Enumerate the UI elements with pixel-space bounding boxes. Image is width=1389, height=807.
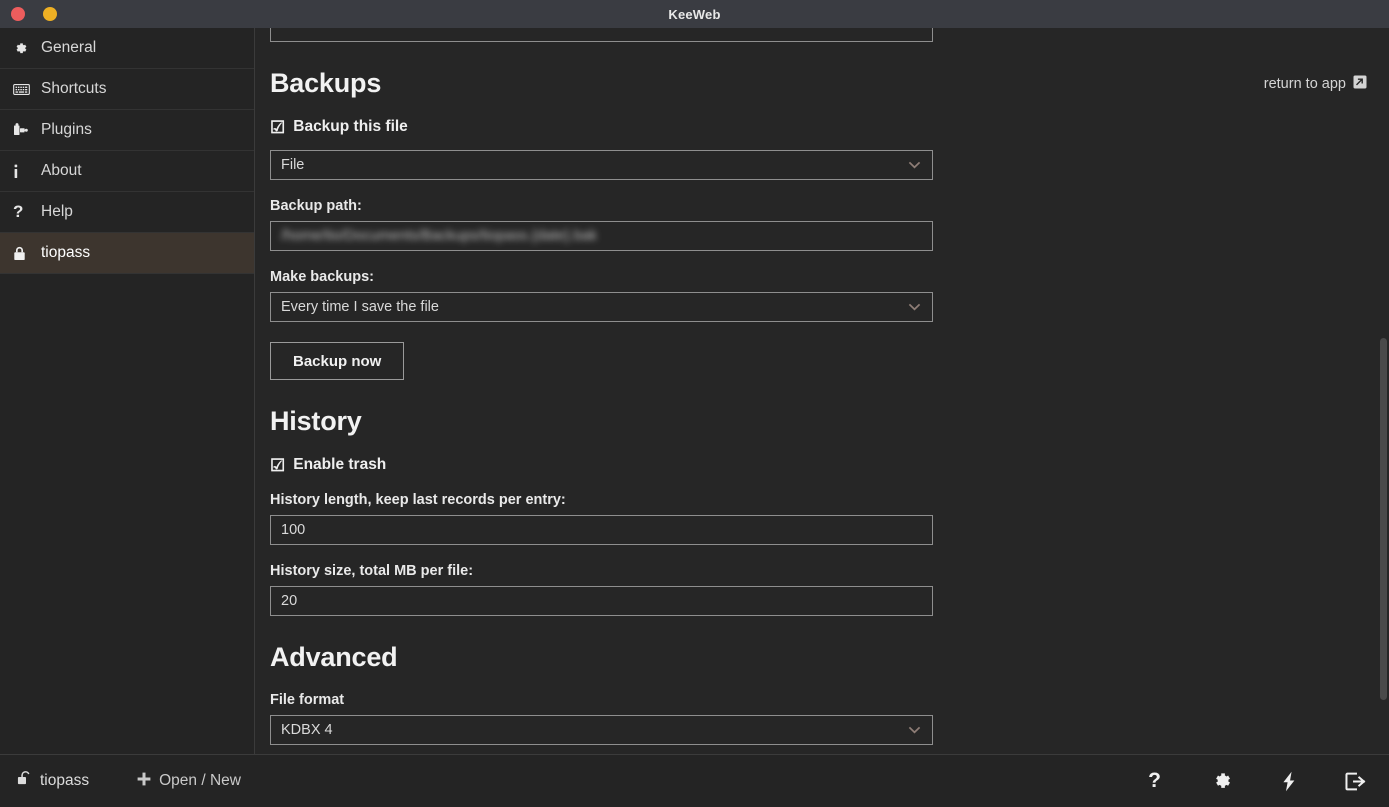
history-size-value: 20 bbox=[281, 593, 298, 609]
file-format-select[interactable]: KDBX 4 bbox=[270, 715, 933, 745]
chevron-down-icon bbox=[908, 157, 921, 173]
sidebar-item-help[interactable]: ? Help bbox=[0, 192, 254, 233]
settings-gear-icon[interactable] bbox=[1188, 771, 1255, 791]
window-controls bbox=[11, 0, 57, 28]
window-close-button[interactable] bbox=[11, 7, 25, 21]
history-size-input[interactable]: 20 bbox=[270, 586, 933, 616]
app-footer: tiopass Open / New ? bbox=[0, 754, 1389, 807]
enable-trash-label: Enable trash bbox=[293, 456, 387, 473]
info-icon bbox=[13, 164, 41, 179]
make-backups-label: Make backups: bbox=[270, 269, 374, 285]
unlock-icon bbox=[17, 771, 32, 791]
footer-open-file-button[interactable]: tiopass bbox=[17, 771, 89, 791]
sidebar-item-general[interactable]: General bbox=[0, 28, 254, 69]
checked-box-icon: ☑ bbox=[270, 455, 286, 475]
backup-storage-select[interactable]: File bbox=[270, 150, 933, 180]
gear-icon bbox=[13, 41, 41, 56]
sidebar-item-shortcuts[interactable]: Shortcuts bbox=[0, 69, 254, 110]
clipped-input-above[interactable] bbox=[270, 28, 933, 42]
file-format-label: File format bbox=[270, 692, 345, 708]
history-length-input[interactable]: 100 bbox=[270, 515, 933, 545]
footer-open-new-button[interactable]: Open / New bbox=[137, 772, 241, 791]
footer-open-file-label: tiopass bbox=[40, 772, 90, 789]
settings-sidebar: General Shortcuts Plugins About ? Help t… bbox=[0, 28, 255, 754]
settings-content-area: return to app Backups ☑ Backup this file… bbox=[256, 28, 1389, 754]
question-icon: ? bbox=[13, 202, 24, 221]
make-backups-select[interactable]: Every time I save the file bbox=[270, 292, 933, 322]
sidebar-item-label: tiopass bbox=[41, 244, 91, 262]
make-backups-value: Every time I save the file bbox=[281, 299, 439, 315]
sidebar-item-label: About bbox=[41, 162, 82, 180]
settings-scroll-content: Backups ☑ Backup this file File Backup p… bbox=[270, 28, 950, 745]
backups-heading: Backups bbox=[270, 68, 382, 98]
backup-this-file-checkbox[interactable]: ☑ Backup this file bbox=[270, 118, 950, 136]
history-length-value: 100 bbox=[281, 522, 306, 538]
lock-exit-icon[interactable] bbox=[1322, 772, 1389, 791]
sidebar-item-about[interactable]: About bbox=[0, 151, 254, 192]
backup-this-file-label: Backup this file bbox=[293, 118, 408, 135]
footer-icon-group: ? bbox=[1121, 769, 1389, 793]
sidebar-item-tiopass[interactable]: tiopass bbox=[0, 233, 254, 274]
sidebar-item-label: Plugins bbox=[41, 121, 92, 139]
content-scrollbar-thumb[interactable] bbox=[1380, 338, 1387, 700]
sidebar-item-label: General bbox=[41, 39, 97, 57]
plugin-icon bbox=[13, 122, 41, 138]
checked-box-icon: ☑ bbox=[270, 117, 286, 137]
sidebar-item-plugins[interactable]: Plugins bbox=[0, 110, 254, 151]
backup-path-value: /home/tio/Documents/Backups/tiopass.{dat… bbox=[281, 228, 597, 244]
history-length-label: History length, keep last records per en… bbox=[270, 492, 566, 508]
sidebar-item-label: Help bbox=[41, 203, 73, 221]
file-format-value: KDBX 4 bbox=[281, 722, 333, 738]
chevron-down-icon bbox=[908, 299, 921, 315]
content-scrollbar-track[interactable] bbox=[1378, 28, 1389, 754]
history-heading: History bbox=[270, 406, 362, 436]
backup-now-button[interactable]: Backup now bbox=[270, 342, 405, 380]
lock-icon bbox=[13, 246, 41, 261]
generate-bolt-icon[interactable] bbox=[1255, 771, 1322, 792]
backup-path-input[interactable]: /home/tio/Documents/Backups/tiopass.{dat… bbox=[270, 221, 933, 251]
return-to-app-link[interactable]: return to app bbox=[1264, 75, 1367, 93]
backup-storage-value: File bbox=[281, 157, 305, 173]
window-minimize-button[interactable] bbox=[43, 7, 57, 21]
return-to-app-label: return to app bbox=[1263, 76, 1346, 92]
enable-trash-checkbox[interactable]: ☑ Enable trash bbox=[270, 456, 950, 474]
keyboard-icon bbox=[13, 83, 41, 96]
help-icon[interactable]: ? bbox=[1121, 769, 1188, 793]
external-link-icon bbox=[1353, 75, 1367, 93]
footer-open-new-label: Open / New bbox=[159, 772, 241, 789]
plus-icon bbox=[137, 772, 151, 791]
backup-path-label: Backup path: bbox=[270, 198, 362, 214]
history-size-label: History size, total MB per file: bbox=[270, 563, 474, 579]
advanced-heading: Advanced bbox=[270, 642, 398, 672]
window-titlebar: KeeWeb bbox=[0, 0, 1389, 28]
sidebar-item-label: Shortcuts bbox=[41, 80, 107, 98]
chevron-down-icon bbox=[908, 722, 921, 738]
window-title: KeeWeb bbox=[668, 6, 721, 22]
